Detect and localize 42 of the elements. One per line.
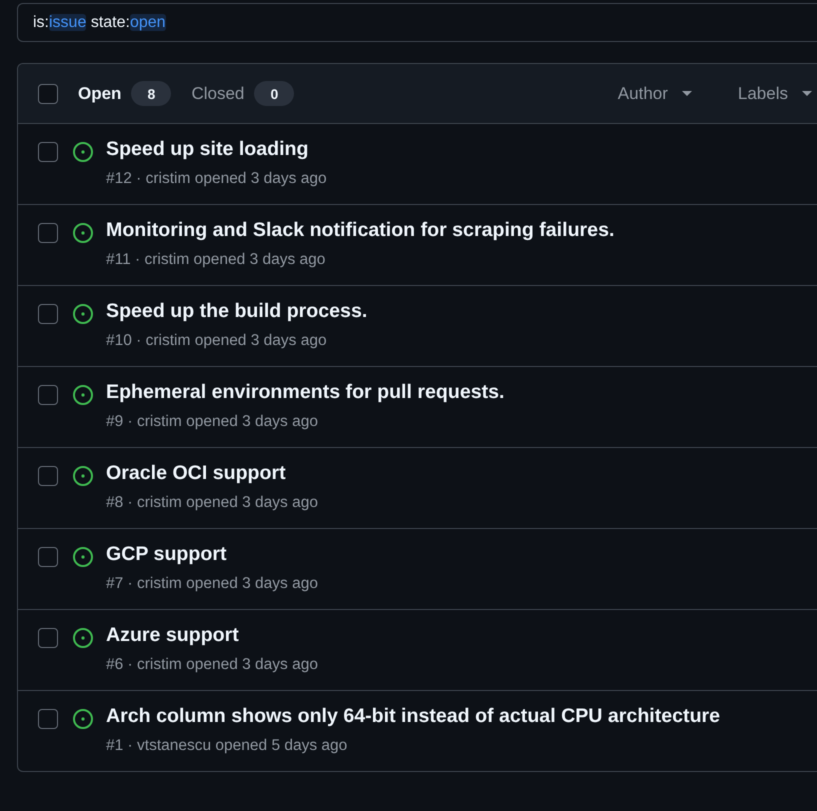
caret-icon <box>682 91 692 96</box>
issue-meta-text: #10 · cristim opened 3 days ago <box>106 331 327 351</box>
issue-title-link[interactable]: GCP support <box>106 542 226 566</box>
circle-dot-icon <box>73 466 93 486</box>
circle-dot-icon <box>73 628 93 648</box>
issue-title-link[interactable]: Ephemeral environments for pull requests. <box>106 380 505 404</box>
state-tab[interactable]: Open 8 <box>78 81 172 106</box>
issue-title-link[interactable]: Monitoring and Slack notification for scraping failures. <box>106 218 614 242</box>
state-tab[interactable]: Closed 0 <box>191 81 294 106</box>
select-checkbox[interactable] <box>38 385 58 405</box>
circle-dot-icon <box>73 709 93 729</box>
select-all-checkbox[interactable] <box>38 84 58 104</box>
select-checkbox[interactable] <box>38 223 58 243</box>
issue-meta-text: #7 · cristim opened 3 days ago <box>106 574 318 594</box>
issue-count: 0 <box>254 81 294 106</box>
filter-dropdown[interactable]: Author <box>618 84 692 104</box>
select-checkbox[interactable] <box>38 142 58 162</box>
issue-meta-text: #8 · cristim opened 3 days ago <box>106 493 318 513</box>
issue-title-link[interactable]: Speed up the build process. <box>106 299 368 323</box>
issue-meta-text: #9 · cristim opened 3 days ago <box>106 412 318 432</box>
issue-meta-text: #6 · cristim opened 3 days ago <box>106 655 318 675</box>
select-checkbox[interactable] <box>38 709 58 729</box>
issue-meta-text: #1 · vtstanescu opened 5 days ago <box>106 736 348 756</box>
issue-meta-text: #12 · cristim opened 3 days ago <box>106 169 327 189</box>
select-checkbox[interactable] <box>38 547 58 567</box>
issue-title-link[interactable]: Speed up site loading <box>106 137 308 161</box>
circle-dot-icon <box>73 385 93 405</box>
issue-title-link[interactable]: Arch column shows only 64-bit instead of actual CPU architecture <box>106 704 720 728</box>
issue-count: 8 <box>131 81 172 106</box>
filter-dropdown[interactable]: Labels <box>738 84 812 104</box>
circle-dot-icon <box>73 547 93 567</box>
select-checkbox[interactable] <box>38 304 58 324</box>
circle-dot-icon <box>73 223 93 243</box>
issue-meta-text: #11 · cristim opened 3 days ago <box>106 250 326 270</box>
circle-dot-icon <box>73 142 93 162</box>
select-checkbox[interactable] <box>38 466 58 486</box>
select-checkbox[interactable] <box>38 628 58 648</box>
circle-dot-icon <box>73 304 93 324</box>
search-field[interactable]: is:issue state:open <box>17 3 817 42</box>
issue-title-link[interactable]: Azure support <box>106 623 239 647</box>
caret-icon <box>802 91 812 96</box>
issue-title-link[interactable]: Oracle OCI support <box>106 461 286 485</box>
